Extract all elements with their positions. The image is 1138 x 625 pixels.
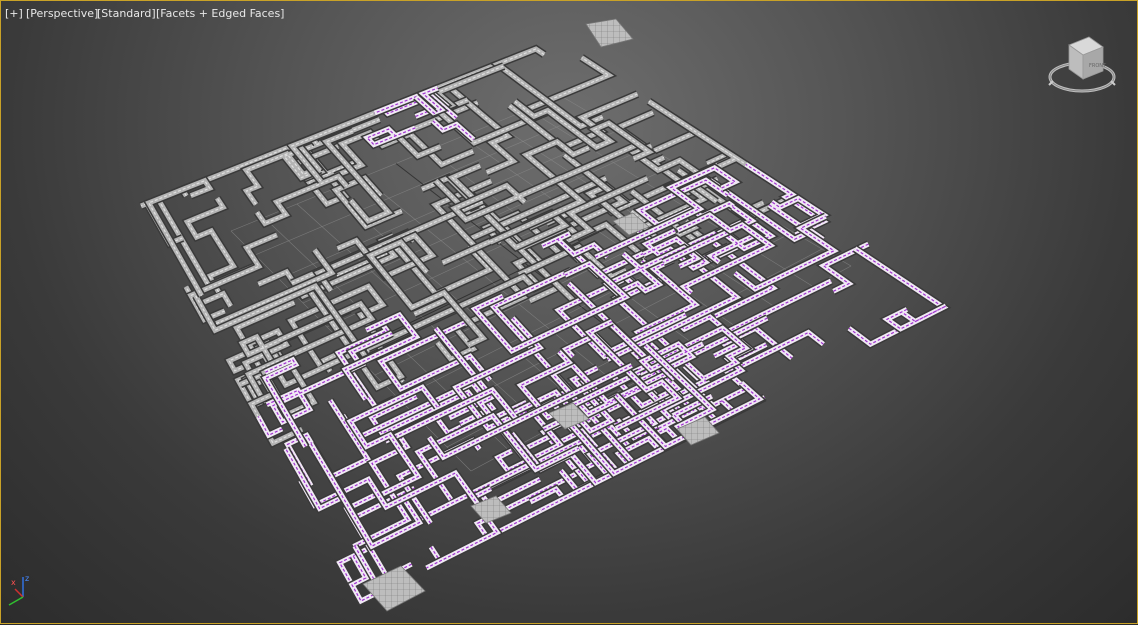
viewport-per-view-preference-menu[interactable]: [Standard] [97,7,156,20]
scene-canvas[interactable] [1,1,1138,625]
viewcube-icon[interactable]: FRONT [1045,31,1119,101]
viewcube[interactable]: FRONT [1045,31,1119,101]
viewport-menu-plus[interactable]: [+] [5,7,23,20]
axis-z-label: z [25,574,29,583]
viewport-shading-menu[interactable]: [Facets + Edged Faces] [156,7,284,20]
axis-x-label: x [11,578,16,587]
viewport-point-of-view-menu[interactable]: [Perspective] [26,7,98,20]
perspective-viewport[interactable]: [+] [Perspective] [Standard] [Facets + E… [0,0,1138,624]
viewcube-face-label: FRONT [1089,63,1107,69]
axis-tripod: z x [5,571,39,611]
